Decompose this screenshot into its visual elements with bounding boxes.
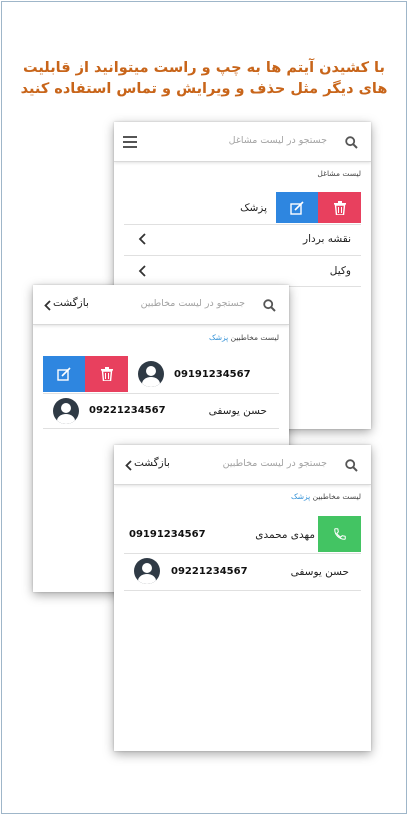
phone-icon (333, 528, 346, 540)
delete-button[interactable] (318, 192, 361, 223)
search-input[interactable]: جستجو در لیست مخاطبین (223, 458, 327, 469)
list-item-label[interactable]: وکیل (330, 265, 351, 277)
section-highlight: پزشک (291, 492, 311, 501)
chevron-left-icon[interactable] (136, 264, 148, 278)
list-item-label: پزشک (240, 202, 267, 214)
contact-phone: 09221234567 (89, 405, 166, 416)
divider (43, 393, 279, 394)
search-icon[interactable] (343, 134, 359, 150)
headline-line-2: های دیگر مثل حذف و ویرایش و تماس استفاده… (20, 81, 388, 97)
divider (43, 428, 279, 429)
contact-phone: 09191234567 (174, 369, 251, 380)
section-label-text: لیست مخاطبین (230, 333, 279, 342)
contact-phone: 09221234567 (171, 566, 248, 577)
edit-button[interactable] (276, 192, 318, 223)
delete-button[interactable] (85, 356, 128, 392)
back-button[interactable]: بازگشت (134, 457, 170, 469)
chevron-left-icon[interactable] (42, 297, 52, 313)
edit-icon (290, 200, 304, 215)
search-icon[interactable] (343, 457, 359, 473)
divider (124, 590, 361, 591)
section-label: لیست مشاغل (317, 169, 361, 178)
divider (124, 255, 361, 256)
divider (124, 224, 361, 225)
section-label-text: لیست مخاطبین (312, 492, 361, 501)
headline: با کشیدن آیتم ها به چپ و راست میتوانید ا… (20, 58, 388, 100)
search-input[interactable]: جستجو در لیست مخاطبین (141, 298, 245, 309)
section-label: لیست مخاطبین پزشک (209, 333, 279, 342)
avatar (138, 361, 164, 387)
section-highlight: پزشک (209, 333, 229, 342)
contact-phone: 09191234567 (129, 529, 206, 540)
contact-name: مهدی محمدی (255, 529, 315, 541)
trash-icon (333, 200, 346, 215)
call-button[interactable] (318, 516, 361, 552)
search-bar: بازگشت جستجو در لیست مخاطبین (33, 285, 289, 325)
trash-icon (100, 367, 113, 381)
search-icon[interactable] (261, 297, 277, 313)
back-button[interactable]: بازگشت (53, 297, 89, 309)
search-bar: جستجو در لیست مشاغل (114, 122, 371, 162)
search-bar: بازگشت جستجو در لیست مخاطبین (114, 445, 371, 485)
chevron-left-icon[interactable] (136, 232, 148, 246)
search-input[interactable]: جستجو در لیست مشاغل (229, 135, 327, 146)
list-item-label[interactable]: نقشه بردار (303, 233, 351, 245)
section-label: لیست مخاطبین پزشک (291, 492, 361, 501)
avatar (134, 558, 160, 584)
edit-icon (57, 367, 71, 381)
avatar (53, 398, 79, 424)
contacts-card-call: بازگشت جستجو در لیست مخاطبین لیست مخاطبی… (114, 445, 371, 751)
edit-button[interactable] (43, 356, 85, 392)
divider (124, 553, 361, 554)
contact-name[interactable]: حسن یوسفی (209, 405, 267, 417)
contact-name[interactable]: حسن یوسفی (291, 566, 349, 578)
menu-icon[interactable] (122, 134, 138, 150)
headline-line-1: با کشیدن آیتم ها به چپ و راست میتوانید ا… (23, 60, 385, 76)
chevron-left-icon[interactable] (123, 457, 133, 473)
